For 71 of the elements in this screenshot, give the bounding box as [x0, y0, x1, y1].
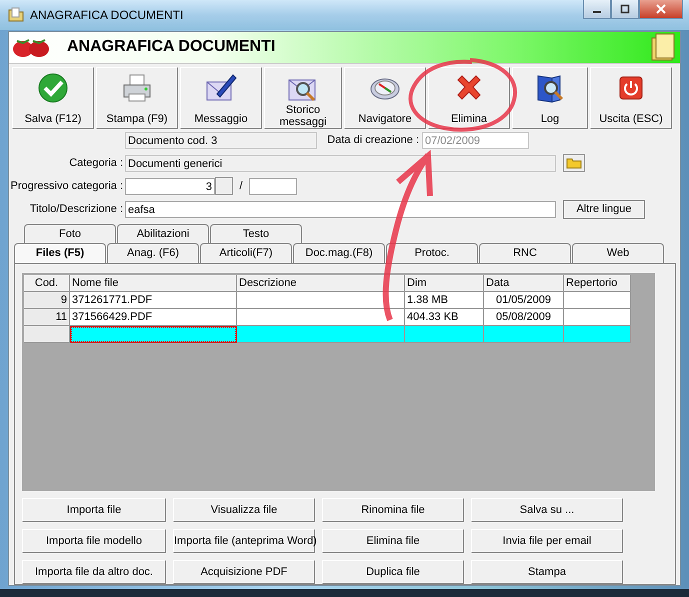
row-header[interactable] [24, 326, 70, 343]
minimize-icon [593, 11, 601, 13]
tab[interactable]: Web [572, 242, 664, 263]
field-label: Titolo/Descrizione : [28, 203, 123, 216]
maximize-button[interactable] [611, 0, 639, 19]
tab[interactable]: Foto [24, 224, 116, 243]
row-header[interactable]: 11 [24, 308, 70, 326]
table-cell: 371261771.PDF [70, 292, 237, 309]
column-header[interactable]: Cod. [24, 274, 70, 292]
close-icon [655, 4, 667, 14]
toolbar-button[interactable]: Elimina [428, 66, 510, 129]
tab[interactable]: Abilitazioni [117, 224, 209, 243]
file-action-button[interactable]: Importa file [22, 498, 166, 522]
file-action-button[interactable]: Duplica file [322, 560, 464, 584]
toolbar-button[interactable]: Log [512, 66, 588, 129]
file-action-button[interactable]: Elimina file [322, 528, 464, 553]
field-label: Data di creazione : [326, 134, 419, 146]
file-action-button[interactable]: Importa file (anteprima Word) [173, 528, 315, 553]
row-header[interactable]: 9 [24, 292, 70, 309]
lookup-button[interactable] [215, 177, 233, 196]
table-cell: 1.38 MB [405, 292, 484, 309]
file-action-button[interactable]: Stampa [471, 560, 623, 584]
table-cell: 371566429.PDF [70, 308, 237, 326]
folder-icon [650, 32, 676, 62]
toolbar-button[interactable]: Storico messaggi [264, 66, 342, 129]
tab[interactable]: Anag. (F6) [107, 242, 199, 263]
table-cell: 01/05/2009 [484, 292, 564, 309]
table-cell: 05/08/2009 [484, 308, 564, 326]
table-cell [564, 308, 631, 326]
tab[interactable]: Files (F5) [14, 242, 106, 264]
window-title: ANAGRAFICA DOCUMENTI [30, 8, 184, 22]
file-action-button[interactable]: Rinomina file [322, 498, 464, 522]
tab[interactable]: Articoli(F7) [200, 242, 292, 263]
suffix-field[interactable] [249, 178, 297, 195]
file-action-button[interactable]: Salva su ... [471, 498, 623, 522]
browse-button[interactable] [563, 154, 585, 172]
toolbar-button[interactable]: Messaggio [180, 66, 262, 129]
toolbar-button[interactable]: Uscita (ESC) [590, 66, 672, 129]
other-languages-button[interactable]: Altre lingue [563, 200, 645, 219]
toolbar-button[interactable]: Stampa (F9) [96, 66, 178, 129]
table-cell: 404.33 KB [405, 308, 484, 326]
header-title: ANAGRAFICA DOCUMENTI [67, 38, 276, 56]
tab[interactable]: RNC [479, 242, 571, 263]
toolbar-button[interactable]: Salva (F12) [12, 66, 94, 129]
column-header[interactable]: Descrizione [237, 274, 405, 292]
table-cell [564, 292, 631, 309]
tab[interactable]: Doc.mag.(F8) [293, 242, 385, 263]
folder-icon [566, 157, 582, 170]
folder-icon [8, 7, 24, 23]
maximize-icon [620, 4, 630, 14]
column-header[interactable]: Data [484, 274, 564, 292]
check-icon [37, 72, 69, 104]
progressive-field[interactable]: 3 [125, 178, 215, 195]
close-button[interactable] [639, 0, 683, 19]
toolbar-button[interactable]: Navigatore [344, 66, 426, 129]
file-action-button[interactable]: Importa file da altro doc. [22, 560, 166, 584]
file-action-button[interactable]: Invia file per email [471, 528, 623, 553]
column-header[interactable]: Repertorio [564, 274, 631, 292]
file-action-button[interactable]: Acquisizione PDF [173, 560, 315, 584]
printer-icon [121, 72, 153, 104]
tab[interactable]: Protoc. [386, 242, 478, 263]
tab[interactable]: Testo [210, 224, 302, 243]
title-field[interactable]: eafsa [125, 200, 556, 218]
file-action-button[interactable]: Importa file modello [22, 528, 166, 553]
file-action-button[interactable]: Visualizza file [173, 498, 315, 522]
column-header[interactable]: Nome file [70, 274, 237, 292]
field-label: Categoria : [68, 157, 123, 170]
column-header[interactable]: Dim [405, 274, 484, 292]
separator-text: / [238, 180, 244, 192]
minimize-button[interactable] [583, 0, 611, 19]
field-label: Progressivo categoria : [10, 180, 123, 192]
